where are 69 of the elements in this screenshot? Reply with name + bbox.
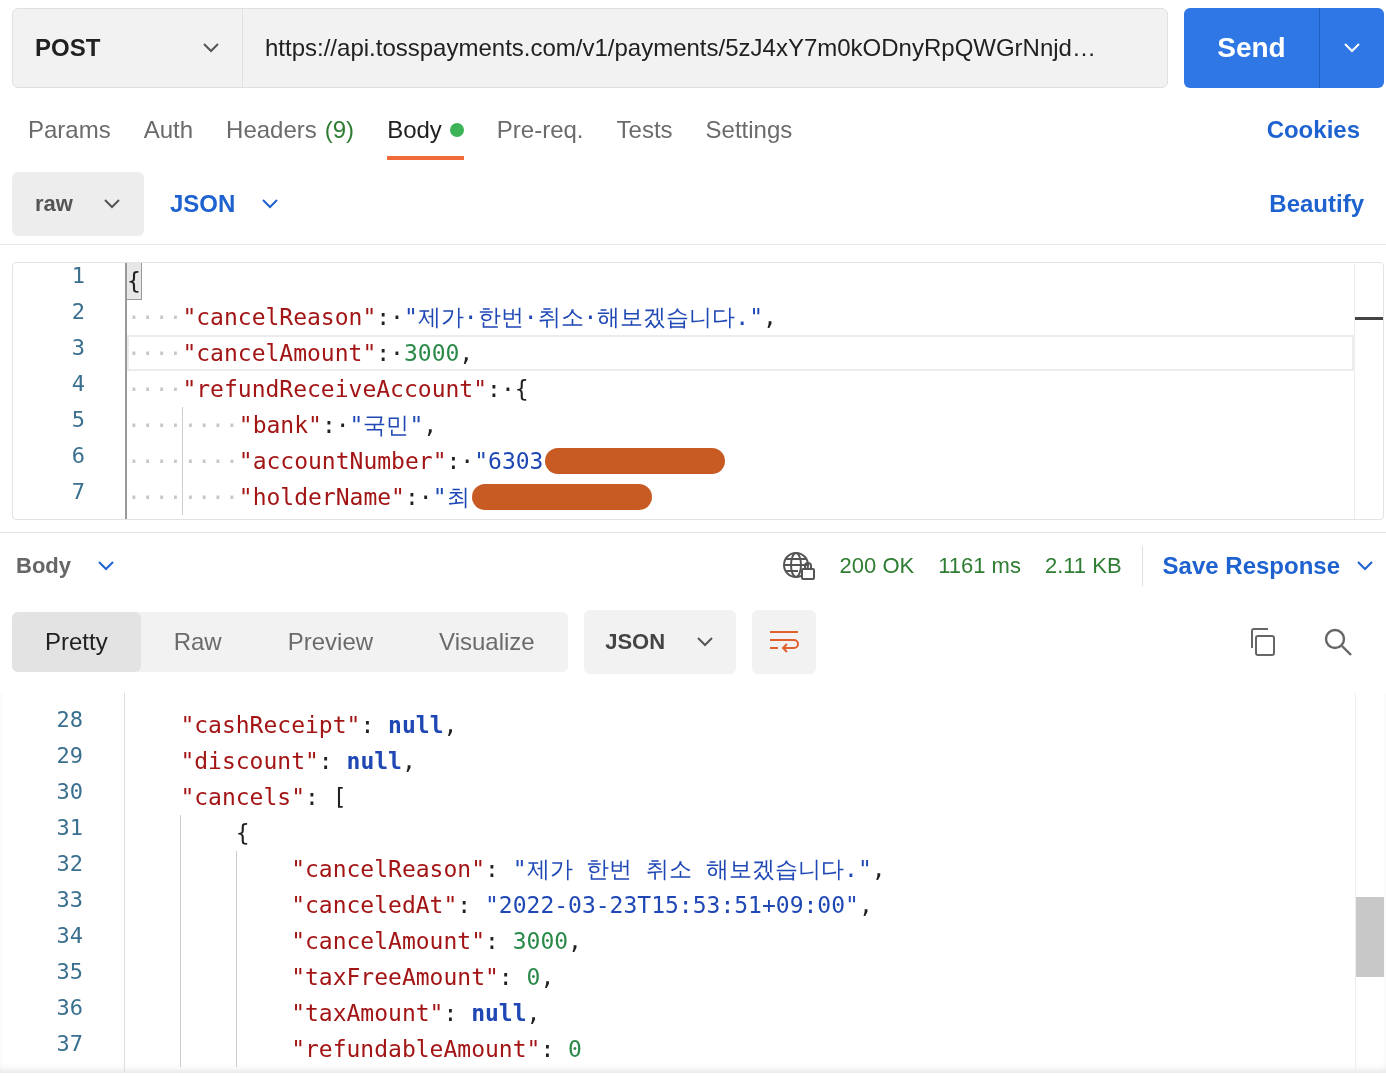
wrap-lines-button[interactable] bbox=[751, 610, 816, 674]
line-number: 6 bbox=[70, 443, 86, 470]
body-type-dropdown[interactable]: raw bbox=[12, 172, 144, 236]
code-line: "taxFreeAmount": 0, bbox=[125, 959, 1386, 995]
scroll-marker bbox=[1355, 317, 1383, 320]
chevron-down-icon bbox=[102, 198, 121, 210]
line-number: 33 bbox=[55, 887, 84, 914]
line-number: 30 bbox=[55, 779, 84, 806]
line-number: 4 bbox=[70, 371, 86, 398]
status-code: 200 OK bbox=[839, 553, 915, 579]
request-tab[interactable]: Headers (9) bbox=[226, 100, 355, 160]
code-line: { bbox=[125, 815, 1386, 851]
code-line: "canceledAt": "2022-03-23T15:53:51+09:00", bbox=[125, 887, 1386, 923]
globe-lock-icon bbox=[781, 551, 816, 581]
language-dropdown[interactable]: JSON bbox=[164, 189, 286, 219]
code-line: "taxAmount": null, bbox=[125, 995, 1386, 1031]
request-tab[interactable]: Tests bbox=[616, 100, 673, 160]
code-line: ····"cancelReason":·"제가·한번·취소·해보겠습니다.", bbox=[127, 303, 778, 332]
line-number: 1 bbox=[70, 263, 86, 290]
request-tab[interactable]: Auth bbox=[143, 100, 194, 160]
line-number: 34 bbox=[55, 923, 84, 950]
view-tab[interactable]: Visualize bbox=[406, 612, 568, 672]
line-number: 32 bbox=[55, 851, 84, 878]
request-tab[interactable]: Settings bbox=[705, 100, 793, 160]
chevron-down-icon bbox=[97, 560, 115, 572]
request-tab[interactable]: Params bbox=[28, 100, 111, 160]
request-tab[interactable]: Body bbox=[387, 100, 464, 160]
view-tab[interactable]: Raw bbox=[140, 612, 255, 672]
chevron-down-icon bbox=[261, 198, 280, 210]
line-number: 2 bbox=[70, 299, 86, 326]
chevron-down-icon bbox=[1343, 42, 1361, 54]
code-line: "refundableAmount": 0 bbox=[125, 1031, 1386, 1067]
line-number: 35 bbox=[55, 959, 84, 986]
code-line: "cancelAmount": 3000, bbox=[125, 923, 1386, 959]
wrap-lines-icon bbox=[767, 629, 800, 655]
line-number: 5 bbox=[70, 407, 86, 434]
code-line: ········"accountNumber":·"6303 bbox=[127, 443, 1354, 479]
view-tab[interactable]: Pretty bbox=[12, 612, 141, 672]
line-number: 37 bbox=[55, 1031, 84, 1058]
response-body-dropdown[interactable]: Body bbox=[16, 553, 115, 579]
line-number: 7 bbox=[70, 479, 86, 506]
request-tab[interactable]: Pre-req. bbox=[496, 100, 584, 160]
response-time: 1161 ms bbox=[938, 553, 1021, 579]
search-button[interactable] bbox=[1322, 626, 1354, 658]
line-number: 3 bbox=[70, 335, 86, 362]
code-line: "cancelReason": "제가 한번 취소 해보겠습니다.", bbox=[125, 851, 1386, 887]
code-line: "cancels": [ bbox=[179, 783, 348, 812]
code-line: "discount": null, bbox=[179, 747, 417, 776]
beautify-link[interactable]: Beautify bbox=[1269, 190, 1364, 218]
line-number: 29 bbox=[55, 743, 84, 770]
code-line: ····"cancelAmount":·3000, bbox=[127, 335, 1354, 371]
format-dropdown[interactable]: JSON bbox=[583, 610, 736, 674]
line-number: 36 bbox=[55, 995, 84, 1022]
code-line: ········"holderName":·"최 bbox=[127, 479, 1354, 515]
line-number: 28 bbox=[55, 707, 84, 734]
response-size: 2.11 KB bbox=[1044, 553, 1122, 579]
code-line: "cashReceipt": null, bbox=[179, 711, 459, 740]
save-response-button[interactable]: Save Response bbox=[1162, 552, 1374, 580]
chevron-down-icon bbox=[696, 636, 715, 648]
code-line: { bbox=[127, 263, 1354, 299]
chevron-down-icon bbox=[1356, 560, 1374, 572]
send-button[interactable]: Send bbox=[1184, 8, 1384, 88]
line-number: 31 bbox=[55, 815, 84, 842]
view-tab[interactable]: Preview bbox=[254, 612, 407, 672]
request-editor[interactable]: 1 2 3 4 5 6 7 { ····"cancelReason":·"제가·한번·취소·해보겠습니다.", ····"cancelAmount":·3000, ····"refundReceiveAccount":·{ ········"bank":·"국민", ········"accountNumber":·"6303 ········"holderName":·"최 bbox=[12, 262, 1384, 520]
cookies-link[interactable]: Cookies bbox=[1266, 116, 1360, 144]
code-line: ····"refundReceiveAccount":·{ bbox=[127, 375, 530, 404]
code-line: ········"bank":·"국민", bbox=[127, 407, 1354, 443]
scrollbar-thumb[interactable] bbox=[1356, 897, 1384, 977]
